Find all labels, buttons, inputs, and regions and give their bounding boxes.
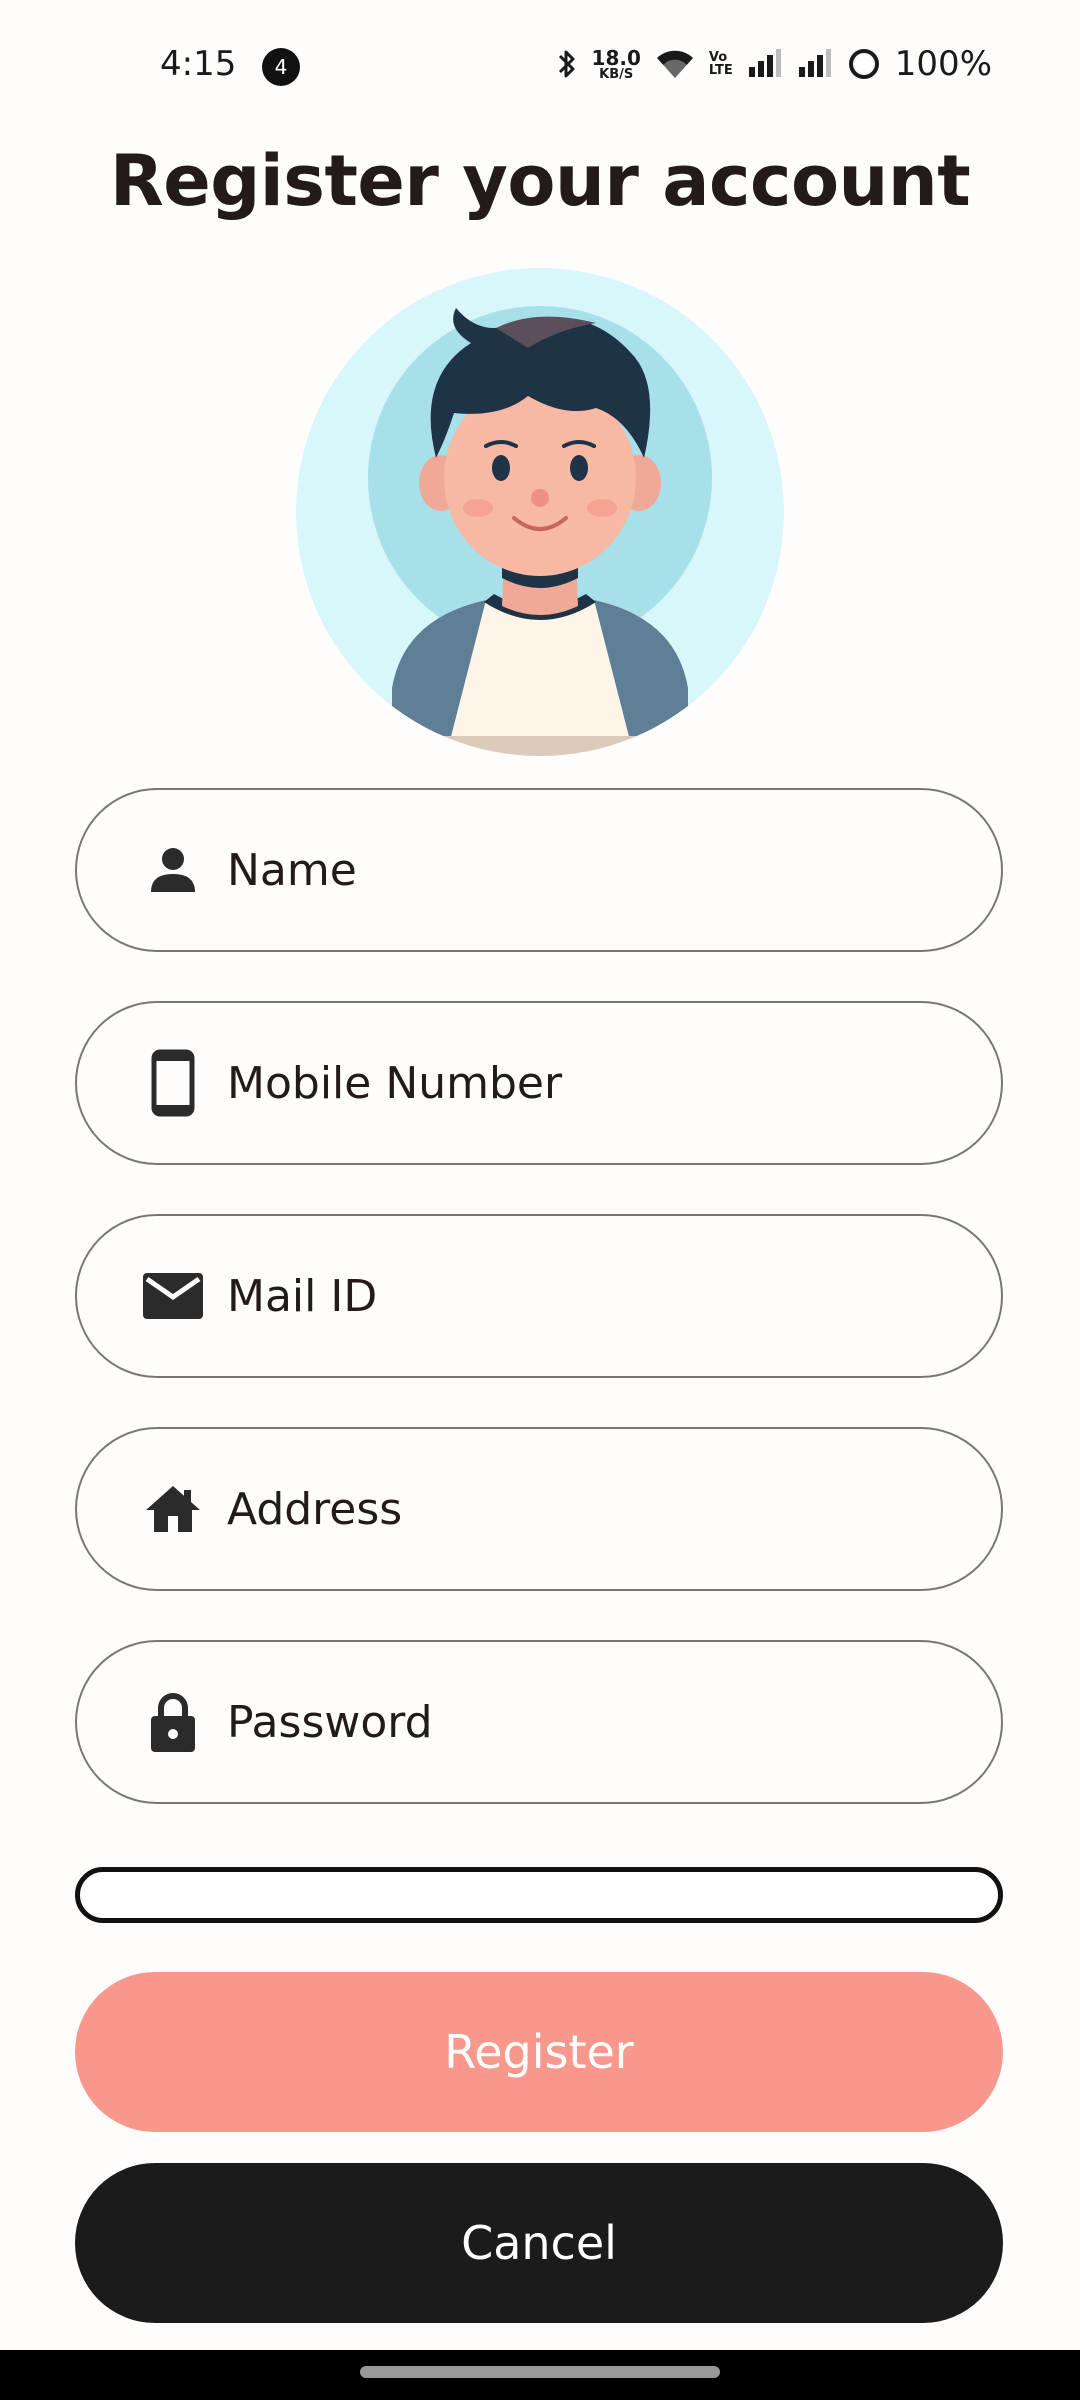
register-button[interactable]: Register: [75, 1972, 1003, 2132]
mail-id-input[interactable]: [225, 1216, 961, 1376]
cancel-button[interactable]: Cancel: [75, 2163, 1003, 2323]
mobile-number-input[interactable]: [225, 1003, 961, 1163]
bluetooth-icon: [556, 47, 578, 81]
battery-percent: 100%: [894, 44, 992, 84]
lock-icon: [143, 1692, 203, 1752]
status-time: 4:15: [160, 44, 237, 84]
network-speed-unit: KB/S: [599, 66, 634, 82]
person-icon: [143, 840, 203, 900]
volte-bottom-label: LTE: [708, 63, 733, 78]
wifi-icon: [655, 48, 695, 80]
status-bar: 4:15 4 18.0 KB/S Vo LTE 100%: [0, 0, 1080, 136]
page-title: Register your account: [109, 140, 971, 222]
password-field[interactable]: [75, 1640, 1003, 1804]
network-speed-value: 18.0: [591, 45, 641, 70]
gesture-handle[interactable]: [360, 2366, 720, 2378]
signal-icon-1: [747, 49, 783, 79]
mobile-number-field[interactable]: [75, 1001, 1003, 1165]
avatar[interactable]: [296, 268, 784, 756]
name-input[interactable]: [225, 790, 961, 950]
mail-icon: [143, 1266, 203, 1326]
address-input[interactable]: [225, 1429, 961, 1589]
network-speed: 18.0 KB/S: [592, 48, 641, 81]
status-icons: 18.0 KB/S Vo LTE 100%: [556, 42, 992, 86]
battery-icon: [847, 47, 881, 81]
notification-count-badge: 4: [262, 48, 300, 86]
home-icon: [143, 1479, 203, 1539]
phone-icon: [143, 1049, 203, 1117]
empty-outlined-bar[interactable]: [75, 1867, 1003, 1923]
volte-icon: Vo LTE: [709, 51, 733, 77]
name-field[interactable]: [75, 788, 1003, 952]
address-field[interactable]: [75, 1427, 1003, 1591]
mail-id-field[interactable]: [75, 1214, 1003, 1378]
password-input[interactable]: [225, 1642, 961, 1802]
signal-icon-2: [797, 49, 833, 79]
